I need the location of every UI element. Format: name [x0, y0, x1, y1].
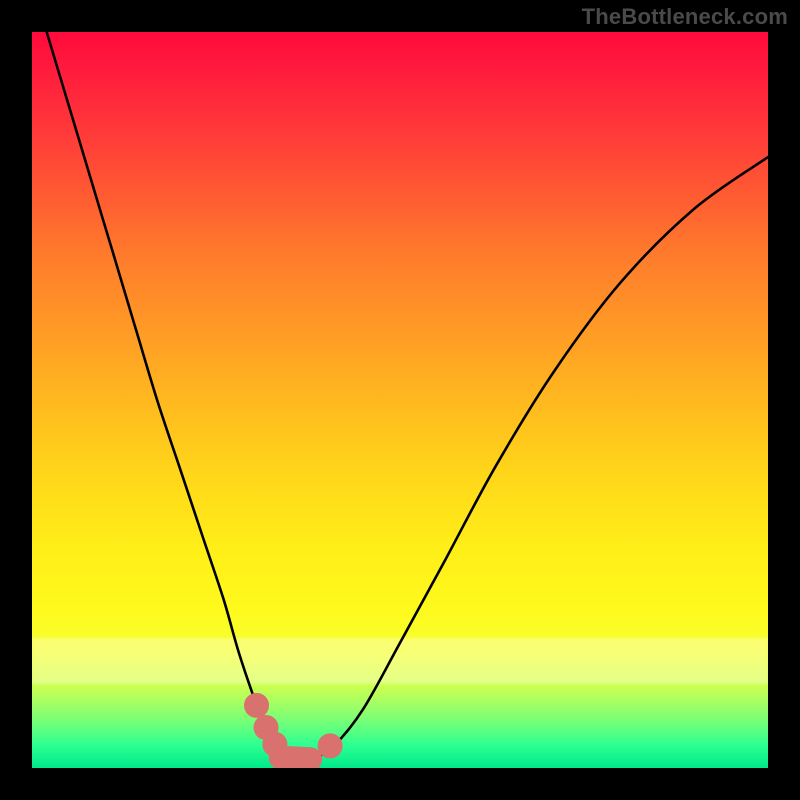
chart-marker-dot [318, 734, 342, 758]
chart-markers [245, 693, 343, 759]
bottleneck-curve [47, 32, 768, 762]
chart-marker-capsule [281, 758, 310, 760]
watermark-text: TheBottleneck.com [582, 4, 788, 30]
chart-svg [32, 32, 768, 768]
chart-plot-area [32, 32, 768, 768]
chart-marker-dot [245, 693, 269, 717]
